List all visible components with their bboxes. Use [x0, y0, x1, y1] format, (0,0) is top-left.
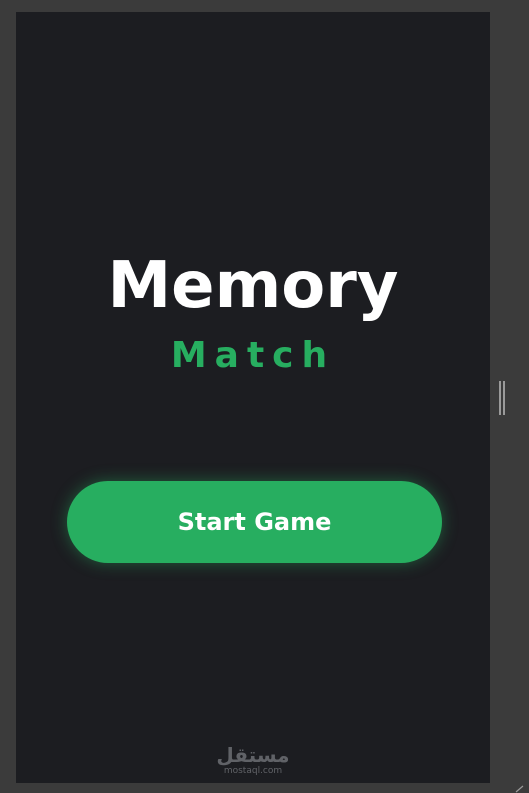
game-screen: Memory Match Start Game مستقل mostaql.co… — [16, 12, 490, 783]
start-game-button[interactable]: Start Game — [67, 481, 442, 563]
drag-handle-bar — [499, 381, 501, 415]
resize-corner-icon[interactable] — [515, 785, 525, 793]
drag-handle-bar — [503, 381, 505, 415]
game-subtitle: Match — [170, 335, 336, 376]
watermark-arabic: مستقل — [216, 743, 290, 767]
app-frame: Memory Match Start Game مستقل mostaql.co… — [0, 0, 529, 793]
watermark-logo: مستقل mostaql.com — [16, 744, 490, 776]
drag-handle-icon[interactable] — [497, 381, 507, 415]
game-title: Memory — [107, 249, 399, 323]
watermark-latin: mostaql.com — [223, 766, 283, 776]
